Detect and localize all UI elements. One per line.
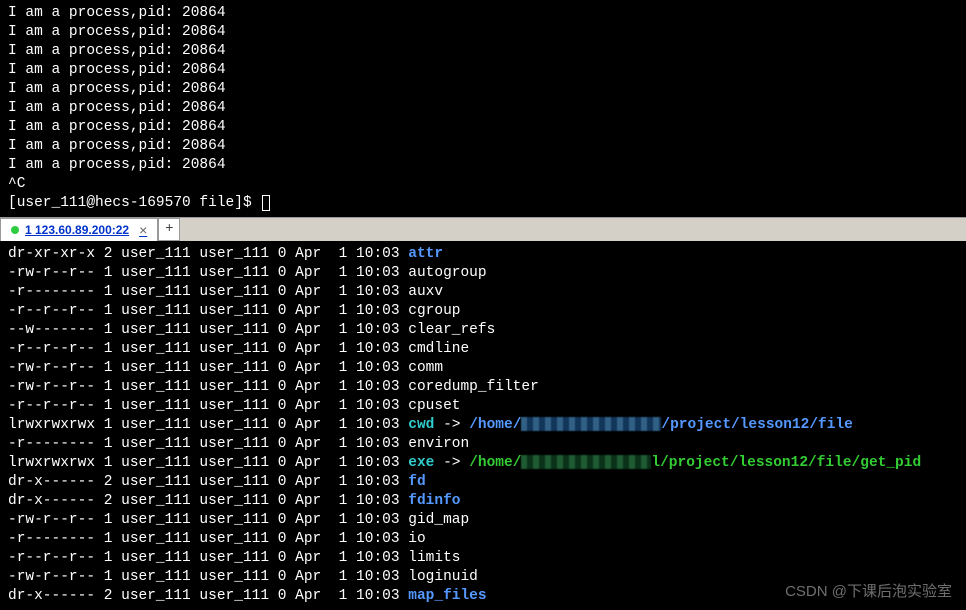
file-name: autogroup <box>408 265 486 281</box>
add-tab-button[interactable]: + <box>158 218 180 241</box>
file-name: cgroup <box>408 303 460 319</box>
file-name: cmdline <box>408 341 469 357</box>
file-meta: -rw-r--r-- 1 user_111 user_111 0 Apr 1 1… <box>8 360 408 376</box>
process-output-line: I am a process,pid: 20864 <box>8 4 958 23</box>
link-target-suffix: /project/lesson12/file <box>661 417 852 433</box>
file-meta: lrwxrwxrwx 1 user_111 user_111 0 Apr 1 1… <box>8 417 408 433</box>
ls-row: -rw-r--r-- 1 user_111 user_111 0 Apr 1 1… <box>8 511 958 530</box>
file-meta: dr-xr-xr-x 2 user_111 user_111 0 Apr 1 1… <box>8 246 408 262</box>
ls-row: dr-x------ 2 user_111 user_111 0 Apr 1 1… <box>8 492 958 511</box>
process-output-line: I am a process,pid: 20864 <box>8 80 958 99</box>
file-name: attr <box>408 246 443 262</box>
ls-row: lrwxrwxrwx 1 user_111 user_111 0 Apr 1 1… <box>8 454 958 473</box>
process-output-line: I am a process,pid: 20864 <box>8 23 958 42</box>
bottom-terminal-pane[interactable]: dr-xr-xr-x 2 user_111 user_111 0 Apr 1 1… <box>0 241 966 610</box>
file-meta: lrwxrwxrwx 1 user_111 user_111 0 Apr 1 1… <box>8 455 408 471</box>
cursor <box>262 195 270 211</box>
file-meta: -r--r--r-- 1 user_111 user_111 0 Apr 1 1… <box>8 341 408 357</box>
redacted-segment <box>521 455 651 469</box>
file-meta: -rw-r--r-- 1 user_111 user_111 0 Apr 1 1… <box>8 512 408 528</box>
prompt-line[interactable]: [user_111@hecs-169570 file]$ <box>8 194 958 213</box>
process-output-line: I am a process,pid: 20864 <box>8 137 958 156</box>
prompt-text: [user_111@hecs-169570 file]$ <box>8 195 260 211</box>
file-meta: -rw-r--r-- 1 user_111 user_111 0 Apr 1 1… <box>8 379 408 395</box>
ls-row: -r-------- 1 user_111 user_111 0 Apr 1 1… <box>8 530 958 549</box>
process-output-line: I am a process,pid: 20864 <box>8 156 958 175</box>
link-target-suffix: l/project/lesson12/file/get_pid <box>651 455 921 471</box>
file-meta: -r--r--r-- 1 user_111 user_111 0 Apr 1 1… <box>8 398 408 414</box>
session-tab[interactable]: 1 123.60.89.200:22 × <box>0 218 158 241</box>
tab-label: 1 123.60.89.200:22 <box>25 221 129 240</box>
file-meta: -r-------- 1 user_111 user_111 0 Apr 1 1… <box>8 531 408 547</box>
file-name: limits <box>408 550 460 566</box>
file-meta: -r-------- 1 user_111 user_111 0 Apr 1 1… <box>8 436 408 452</box>
file-name: auxv <box>408 284 443 300</box>
link-target-prefix: /home/ <box>469 455 521 471</box>
redacted-segment <box>521 417 661 431</box>
file-name: fd <box>408 474 425 490</box>
link-arrow: -> <box>434 455 469 471</box>
file-meta: dr-x------ 2 user_111 user_111 0 Apr 1 1… <box>8 474 408 490</box>
file-name: environ <box>408 436 469 452</box>
file-name: map_files <box>408 588 486 604</box>
ls-row: -r--r--r-- 1 user_111 user_111 0 Apr 1 1… <box>8 549 958 568</box>
file-meta: -rw-r--r-- 1 user_111 user_111 0 Apr 1 1… <box>8 569 408 585</box>
ls-row: --w------- 1 user_111 user_111 0 Apr 1 1… <box>8 321 958 340</box>
file-name: exe <box>408 455 434 471</box>
file-name: gid_map <box>408 512 469 528</box>
process-output-line: I am a process,pid: 20864 <box>8 42 958 61</box>
file-name: comm <box>408 360 443 376</box>
process-output-line: I am a process,pid: 20864 <box>8 99 958 118</box>
tab-bar: 1 123.60.89.200:22 × + <box>0 217 966 241</box>
ls-row: -rw-r--r-- 1 user_111 user_111 0 Apr 1 1… <box>8 378 958 397</box>
ls-row: -r--r--r-- 1 user_111 user_111 0 Apr 1 1… <box>8 302 958 321</box>
file-name: io <box>408 531 425 547</box>
process-output-line: I am a process,pid: 20864 <box>8 61 958 80</box>
status-dot-icon <box>11 226 19 234</box>
link-arrow: -> <box>434 417 469 433</box>
ls-row: -rw-r--r-- 1 user_111 user_111 0 Apr 1 1… <box>8 568 958 587</box>
file-meta: -r-------- 1 user_111 user_111 0 Apr 1 1… <box>8 284 408 300</box>
ls-row: dr-x------ 2 user_111 user_111 0 Apr 1 1… <box>8 587 958 606</box>
close-icon[interactable]: × <box>139 221 147 240</box>
ls-row: -r--r--r-- 1 user_111 user_111 0 Apr 1 1… <box>8 340 958 359</box>
file-name: clear_refs <box>408 322 495 338</box>
file-name: cwd <box>408 417 434 433</box>
ls-row: -rw-r--r-- 1 user_111 user_111 0 Apr 1 1… <box>8 359 958 378</box>
file-meta: --w------- 1 user_111 user_111 0 Apr 1 1… <box>8 322 408 338</box>
ls-row: dr-x------ 2 user_111 user_111 0 Apr 1 1… <box>8 473 958 492</box>
file-meta: dr-x------ 2 user_111 user_111 0 Apr 1 1… <box>8 493 408 509</box>
file-name: coredump_filter <box>408 379 539 395</box>
process-output-line: I am a process,pid: 20864 <box>8 118 958 137</box>
ls-row: -r--r--r-- 1 user_111 user_111 0 Apr 1 1… <box>8 397 958 416</box>
ls-row: dr-xr-xr-x 2 user_111 user_111 0 Apr 1 1… <box>8 245 958 264</box>
ls-row: lrwxrwxrwx 1 user_111 user_111 0 Apr 1 1… <box>8 416 958 435</box>
file-name: fdinfo <box>408 493 460 509</box>
file-meta: dr-x------ 2 user_111 user_111 0 Apr 1 1… <box>8 588 408 604</box>
top-terminal-pane[interactable]: I am a process,pid: 20864I am a process,… <box>0 0 966 217</box>
file-meta: -r--r--r-- 1 user_111 user_111 0 Apr 1 1… <box>8 303 408 319</box>
file-name: loginuid <box>408 569 478 585</box>
file-name: cpuset <box>408 398 460 414</box>
file-meta: -r--r--r-- 1 user_111 user_111 0 Apr 1 1… <box>8 550 408 566</box>
interrupt-line: ^C <box>8 175 958 194</box>
link-target-prefix: /home/ <box>469 417 521 433</box>
ls-row: -r-------- 1 user_111 user_111 0 Apr 1 1… <box>8 283 958 302</box>
ls-row: -r-------- 1 user_111 user_111 0 Apr 1 1… <box>8 435 958 454</box>
ls-row: -rw-r--r-- 1 user_111 user_111 0 Apr 1 1… <box>8 264 958 283</box>
file-meta: -rw-r--r-- 1 user_111 user_111 0 Apr 1 1… <box>8 265 408 281</box>
